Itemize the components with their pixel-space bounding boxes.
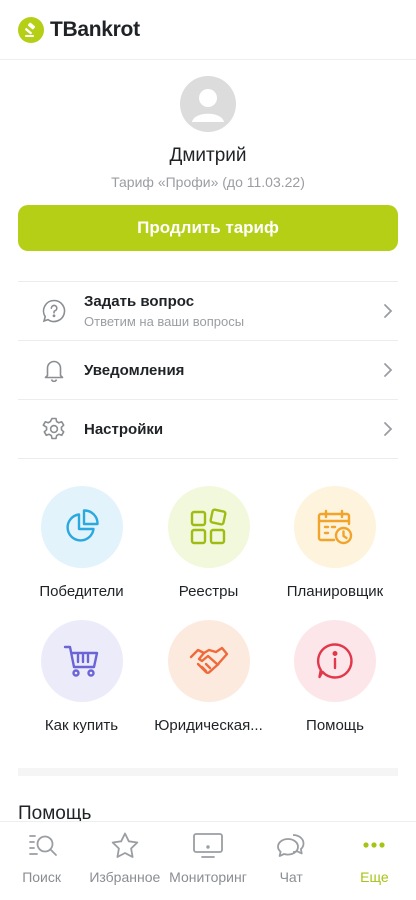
avatar[interactable]	[180, 76, 236, 132]
settings-menu: Задать вопрос Ответим на ваши вопросы Ув…	[18, 281, 398, 459]
question-bubble-icon	[40, 297, 68, 325]
menu-item-label: Настройки	[84, 420, 164, 438]
tile-how-to-buy[interactable]: Как купить	[18, 620, 145, 734]
info-icon	[316, 643, 353, 679]
bell-icon	[40, 356, 68, 384]
tab-label: Чат	[279, 869, 303, 885]
tariff-info: Тариф «Профи» (до 11.03.22)	[111, 174, 305, 190]
chevron-right-icon	[384, 422, 393, 436]
tile-label: Реестры	[178, 583, 239, 600]
extend-tariff-button[interactable]: Продлить тариф	[18, 205, 398, 251]
tile-label: Как купить	[44, 717, 119, 734]
tile-circle	[40, 620, 123, 702]
tile-label: Планировщик	[286, 583, 384, 600]
tab-label: Еще	[360, 869, 389, 885]
tile-circle	[294, 620, 376, 702]
star-icon	[110, 830, 140, 860]
logo-text: TBankrot	[50, 17, 140, 41]
menu-item-settings[interactable]: Настройки	[18, 400, 398, 459]
tile-registries[interactable]: Реестры	[145, 486, 272, 600]
tile-circle	[40, 486, 123, 568]
tile-help[interactable]: Помощь	[272, 620, 398, 734]
calendar-clock-icon	[317, 509, 353, 545]
search-list-icon	[25, 830, 59, 860]
tab-more[interactable]: Еще	[333, 822, 416, 900]
gear-icon	[40, 415, 68, 443]
menu-item-ask-question[interactable]: Задать вопрос Ответим на ваши вопросы	[18, 282, 398, 341]
tab-favorites[interactable]: Избранное	[83, 822, 166, 900]
profile-section: Дмитрий Тариф «Профи» (до 11.03.22)	[0, 76, 416, 190]
monitor-icon	[191, 830, 225, 860]
tile-label: Победители	[39, 583, 124, 600]
app-header: TBankrot	[0, 0, 416, 60]
grid-icon	[190, 508, 227, 545]
tile-label: Помощь	[306, 717, 364, 734]
tab-search[interactable]: Поиск	[0, 822, 83, 900]
menu-item-sublabel: Ответим на ваши вопросы	[84, 314, 245, 329]
menu-item-label: Задать вопрос	[84, 293, 195, 310]
pie-chart-icon	[65, 509, 99, 542]
tile-winners[interactable]: Победители	[18, 486, 145, 600]
gavel-logo-icon	[18, 16, 44, 43]
chevron-right-icon	[384, 363, 393, 377]
cart-icon	[63, 645, 98, 677]
tile-label: Юридическая...	[154, 717, 263, 734]
tab-chat[interactable]: Чат	[250, 822, 333, 900]
tab-label: Избранное	[89, 869, 161, 885]
menu-item-notifications[interactable]: Уведомления	[18, 341, 398, 400]
tile-legal[interactable]: Юридическая...	[145, 620, 272, 734]
tab-label: Мониторинг	[169, 869, 247, 885]
tab-label: Поиск	[22, 869, 61, 885]
bottom-tab-bar: Поиск Избранное Мониторинг Чат Еще	[0, 821, 416, 900]
feature-tiles: Победители Реестры Планировщик Как купит…	[18, 486, 398, 734]
tile-circle	[167, 486, 250, 568]
tab-monitoring[interactable]: Мониторинг	[166, 822, 249, 900]
chevron-right-icon	[384, 304, 393, 318]
section-divider	[18, 768, 398, 776]
tile-planner[interactable]: Планировщик	[272, 486, 398, 600]
handshake-icon	[189, 646, 228, 674]
user-name: Дмитрий	[169, 145, 247, 166]
chat-icon	[275, 830, 307, 860]
more-dots-icon	[359, 830, 389, 860]
tile-circle	[294, 486, 376, 568]
menu-item-label: Уведомления	[84, 361, 185, 379]
tile-circle	[167, 620, 250, 702]
